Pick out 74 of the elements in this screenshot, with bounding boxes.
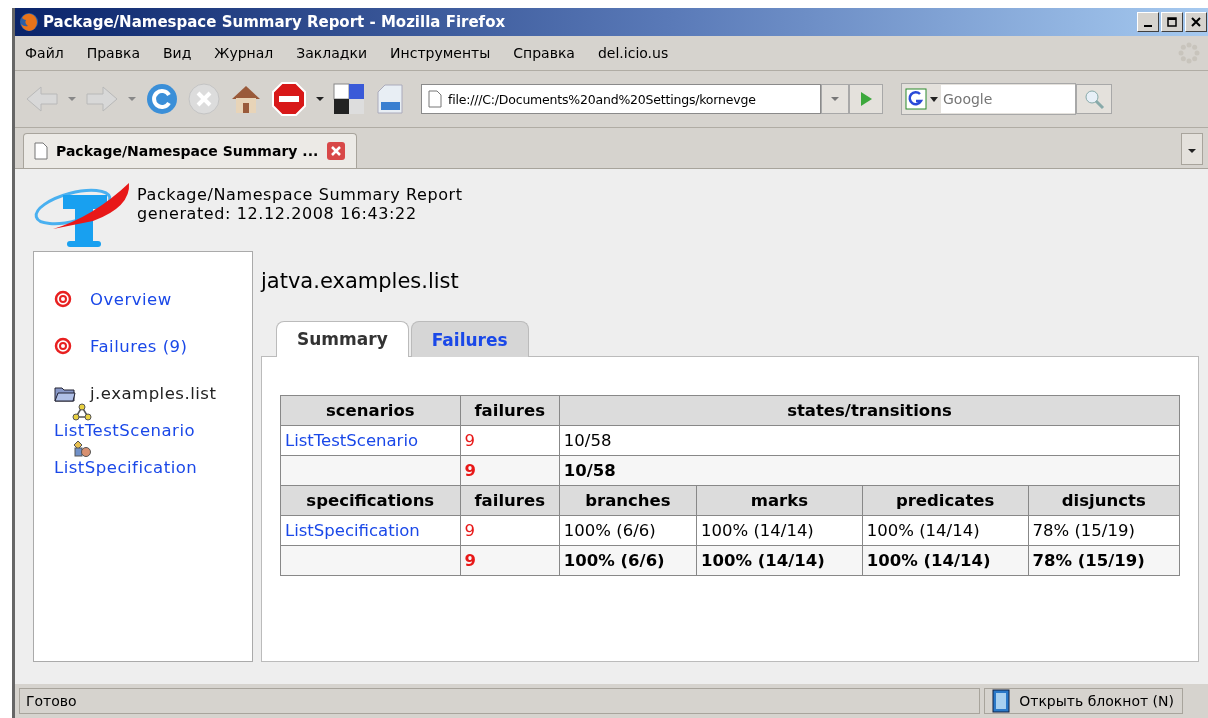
column-header: specifications (280, 485, 461, 516)
sidebar-link[interactable]: Failures (9) (90, 337, 188, 356)
at-sign-icon (54, 290, 72, 308)
search-button[interactable] (1076, 84, 1112, 114)
address-bar[interactable]: file:///C:/Documents%20and%20Settings/kornevge (421, 84, 821, 114)
tab[interactable]: Summary (276, 321, 409, 357)
close-button[interactable] (1185, 12, 1207, 32)
page-icon (428, 90, 442, 108)
package-heading: jatva.examples.list (261, 269, 460, 295)
menu-item[interactable]: Справка (513, 45, 575, 61)
table-cell: 100% (6/6) (559, 515, 697, 546)
window-title: Package/Namespace Summary Report - Mozilla Firefox (43, 13, 507, 31)
column-header: failures (460, 485, 560, 516)
menu-item[interactable]: Файл (25, 45, 64, 61)
go-button[interactable] (849, 84, 883, 114)
table-cell: 100% (6/6) (559, 545, 697, 576)
browser-tab[interactable]: Package/Namespace Summary ... (23, 133, 358, 168)
column-header: failures (460, 395, 560, 426)
at-sign-icon (54, 337, 72, 355)
sidebar-link[interactable]: ListTestScenario (54, 421, 196, 440)
report-title: Package/Namespace Summary Report (137, 185, 463, 204)
column-header: disjuncts (1028, 485, 1180, 516)
menu-item[interactable]: Вид (162, 45, 192, 61)
menu-item[interactable]: Инструменты (390, 45, 491, 61)
menu-item[interactable]: Закладки (296, 45, 368, 61)
scenario-link[interactable]: ListTestScenario (285, 431, 419, 450)
generated-date: generated: 12.12.2008 16:43:22 (137, 204, 418, 223)
dropdown-arrow-icon[interactable] (930, 96, 938, 102)
column-header: marks (696, 485, 863, 516)
shapes-icon (72, 440, 92, 458)
table-cell: 78% (15/19) (1028, 545, 1180, 576)
table-cell: 100% (14/14) (862, 545, 1028, 576)
notepad-icon[interactable] (991, 689, 1012, 713)
tab-title: Package/Namespace Summary ... (56, 143, 319, 159)
search-field[interactable]: Google (901, 83, 1076, 115)
table-cell: 78% (15/19) (1028, 515, 1180, 546)
table-cell: 10/58 (559, 425, 1180, 456)
table-cell: 9 (460, 425, 560, 456)
menu-item[interactable]: Журнал (214, 45, 274, 61)
dropdown-arrow-icon[interactable] (315, 96, 325, 102)
table-cell: 9 (460, 545, 560, 576)
tab-list-button[interactable] (1181, 133, 1203, 165)
dropdown-arrow-icon (1187, 147, 1197, 154)
column-header: predicates (862, 485, 1028, 516)
maximize-button[interactable] (1161, 12, 1183, 32)
reload-icon[interactable] (145, 82, 179, 116)
sidebar-link[interactable]: Overview (90, 290, 172, 309)
dropdown-arrow-icon (830, 96, 840, 102)
status-text: Готово (19, 688, 981, 714)
column-header: states/transitions (559, 395, 1180, 426)
minimize-button[interactable] (1137, 12, 1159, 32)
table-cell: 9 (460, 455, 560, 486)
tab[interactable]: Failures (410, 321, 529, 357)
table-cell: 100% (14/14) (862, 515, 1028, 546)
page-icon (34, 142, 48, 160)
table-cell: 100% (14/14) (696, 545, 863, 576)
table-cell: 9 (460, 515, 560, 546)
package-name: j.examples.list (90, 384, 217, 403)
play-icon (859, 91, 873, 107)
menu-item[interactable]: Правка (86, 45, 140, 61)
sidebar-link[interactable]: ListSpecification (54, 458, 198, 477)
column-header: scenarios (280, 395, 461, 426)
close-icon[interactable] (326, 141, 347, 161)
specification-link[interactable]: ListSpecification (285, 521, 420, 540)
search-icon (1083, 88, 1105, 110)
menu-item[interactable]: del.icio.us (597, 45, 669, 61)
maximize-icon (1167, 17, 1177, 27)
folder-icon (54, 385, 76, 402)
column-header: branches (559, 485, 697, 516)
table-cell: 10/58 (559, 455, 1180, 486)
minimize-icon (1144, 25, 1152, 27)
table-cell: 100% (14/14) (696, 515, 863, 546)
nodes-icon (72, 403, 92, 421)
close-icon (1191, 17, 1201, 27)
